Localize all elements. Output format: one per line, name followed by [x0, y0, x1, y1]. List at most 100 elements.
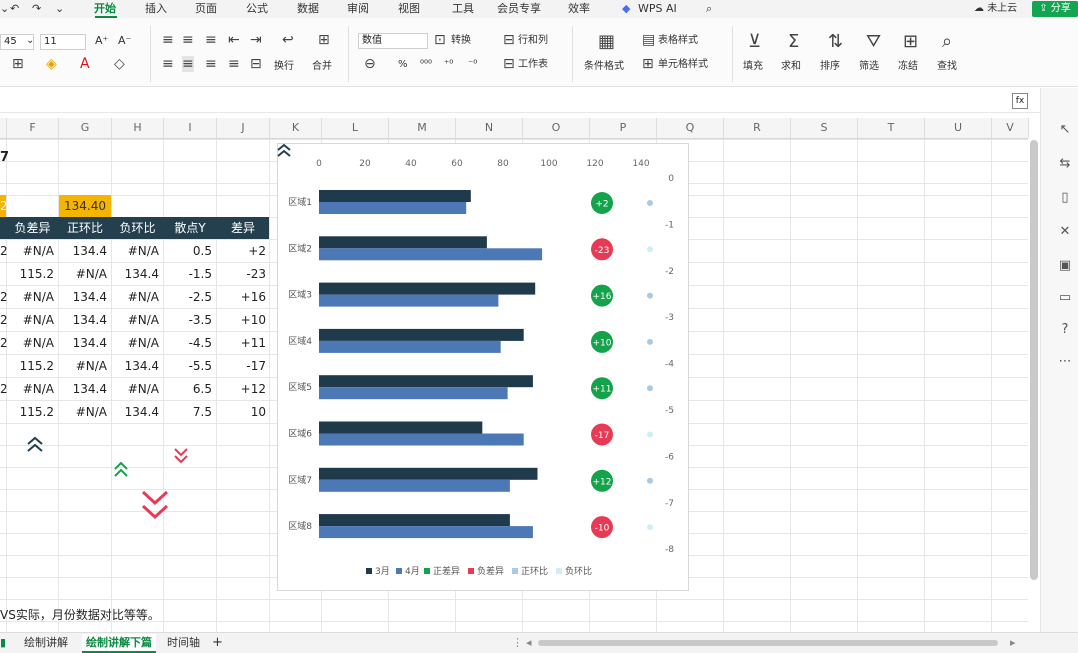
table-cell[interactable]: -23	[217, 263, 266, 285]
table-cell[interactable]: +12	[217, 378, 266, 400]
sheet-icon[interactable]: ▮	[0, 634, 6, 651]
table-cell[interactable]: 134.4	[112, 401, 159, 423]
column-header-i[interactable]: I	[164, 118, 217, 138]
table-cell[interactable]: +2	[217, 240, 266, 262]
cell-highlight[interactable]: 2	[0, 195, 8, 217]
percent-icon[interactable]: %	[398, 58, 408, 72]
table-cell[interactable]: #N/A	[59, 263, 107, 285]
table-cell[interactable]: -2.5	[164, 286, 212, 308]
convert-icon[interactable]: ⊡	[434, 32, 446, 48]
scroll-right-icon[interactable]: ▸	[1010, 634, 1016, 651]
sheet-tab-active[interactable]: 绘制讲解下篇	[82, 634, 156, 653]
table-cell[interactable]: 2	[0, 378, 8, 400]
conditional-format-button[interactable]: 条件格式	[584, 60, 624, 74]
tab-tools[interactable]: 工具	[452, 0, 474, 17]
currency-icon[interactable]: ⊖	[364, 56, 376, 72]
table-cell[interactable]: 2	[0, 332, 8, 354]
filter-button[interactable]: 筛选	[859, 60, 879, 74]
align-bottom-icon[interactable]: ≡	[205, 32, 217, 48]
increase-font-icon[interactable]: A⁺	[95, 34, 108, 48]
table-cell[interactable]: #N/A	[112, 240, 159, 262]
table-cell[interactable]: 6.5	[164, 378, 212, 400]
font-size-select-2[interactable]: 11	[40, 34, 86, 50]
table-header-cell[interactable]: 负差异	[7, 217, 58, 239]
cell-value[interactable]: 7	[0, 147, 20, 169]
undo-icon[interactable]: ↶	[10, 0, 19, 17]
tab-view[interactable]: 视图	[398, 0, 420, 17]
column-header-v[interactable]: V	[992, 118, 1029, 138]
table-cell[interactable]: -17	[217, 355, 266, 377]
more-icon[interactable]: ⋮	[512, 634, 523, 651]
filter-icon[interactable]: ⛛	[866, 32, 881, 52]
indent-decrease-icon[interactable]: ⇤	[228, 32, 240, 48]
table-cell[interactable]: -4.5	[164, 332, 212, 354]
image-icon[interactable]: ▣	[1057, 258, 1073, 274]
wrap-icon[interactable]: ↩	[282, 32, 294, 48]
column-header-h[interactable]: H	[112, 118, 164, 138]
cell-style-button[interactable]: 单元格样式	[658, 58, 708, 72]
border-icon[interactable]: ⊞	[12, 56, 24, 72]
table-cell[interactable]: #N/A	[112, 309, 159, 331]
table-cell[interactable]: #N/A	[59, 355, 107, 377]
table-cell[interactable]: #N/A	[7, 309, 54, 331]
align-top-icon[interactable]: ≡	[162, 32, 174, 48]
clear-icon[interactable]: ◇	[114, 56, 125, 72]
column-header-p[interactable]: P	[590, 118, 657, 138]
table-cell[interactable]: +11	[217, 332, 266, 354]
book-icon[interactable]: ▭	[1057, 290, 1073, 306]
tab-review[interactable]: 审阅	[347, 0, 369, 17]
sort-button[interactable]: 排序	[820, 60, 840, 74]
table-cell[interactable]: #N/A	[7, 286, 54, 308]
column-header-f[interactable]: F	[7, 118, 59, 138]
align-center-icon[interactable]: ≡	[182, 56, 194, 72]
table-cell[interactable]: #N/A	[112, 332, 159, 354]
fill-down-icon[interactable]: ⊻	[748, 32, 761, 52]
tab-member[interactable]: 会员专享	[497, 0, 541, 17]
tab-page[interactable]: 页面	[195, 0, 217, 17]
table-cell[interactable]: #N/A	[7, 378, 54, 400]
table-cell[interactable]: 115.2	[7, 263, 54, 285]
table-cell[interactable]: #N/A	[7, 240, 54, 262]
document-icon[interactable]: ▯	[1057, 190, 1073, 206]
table-cell[interactable]: 115.2	[7, 401, 54, 423]
cloud-status[interactable]: ☁ 未上云	[974, 1, 1017, 17]
conditional-format-icon[interactable]: ▦	[598, 32, 615, 52]
table-cell[interactable]: #N/A	[112, 286, 159, 308]
table-cell[interactable]: -3.5	[164, 309, 212, 331]
tab-wps-ai[interactable]: WPS AI	[638, 0, 677, 17]
table-cell[interactable]: 134.4	[59, 240, 107, 262]
help-icon[interactable]: ?	[1057, 322, 1073, 338]
table-style-icon[interactable]: ▤	[642, 32, 655, 48]
decimal-decrease-icon[interactable]: ⁻⁰	[468, 58, 477, 72]
tab-insert[interactable]: 插入	[145, 0, 167, 17]
table-cell[interactable]: +10	[217, 309, 266, 331]
wrap-button[interactable]: 换行	[274, 60, 294, 74]
worksheet-icon[interactable]: ⊟	[503, 56, 515, 72]
column-header-r[interactable]: R	[724, 118, 791, 138]
table-cell[interactable]: 134.4	[112, 355, 159, 377]
column-header-n[interactable]: N	[456, 118, 523, 138]
table-style-button[interactable]: 表格样式	[658, 34, 698, 48]
merge-icon[interactable]: ⊞	[318, 32, 330, 48]
table-cell[interactable]: 134.4	[59, 332, 107, 354]
tab-home[interactable]: 开始	[94, 0, 116, 17]
table-cell[interactable]	[0, 355, 6, 377]
find-button[interactable]: 查找	[937, 60, 957, 74]
tools-icon[interactable]: ✕	[1057, 224, 1073, 240]
table-cell[interactable]: 0.5	[164, 240, 212, 262]
table-header-cell[interactable]: 负环比	[112, 217, 163, 239]
tab-data[interactable]: 数据	[297, 0, 319, 17]
sort-icon[interactable]: ⇅	[828, 32, 843, 52]
column-header-g[interactable]: G	[59, 118, 112, 138]
table-cell[interactable]: 2	[0, 309, 8, 331]
decimal-increase-icon[interactable]: ⁺⁰	[444, 58, 453, 72]
merge-button[interactable]: 合并	[312, 60, 332, 74]
chevron-down-icon[interactable]: ⌄	[26, 34, 34, 48]
column-header-l[interactable]: L	[322, 118, 389, 138]
horizontal-scrollbar[interactable]	[538, 640, 998, 646]
add-sheet-button[interactable]: +	[212, 634, 223, 651]
number-format-select[interactable]: 数值	[358, 33, 428, 49]
table-cell[interactable]: 7.5	[164, 401, 212, 423]
sheet-tab[interactable]: 时间轴	[167, 634, 200, 651]
column-header-m[interactable]: M	[389, 118, 456, 138]
